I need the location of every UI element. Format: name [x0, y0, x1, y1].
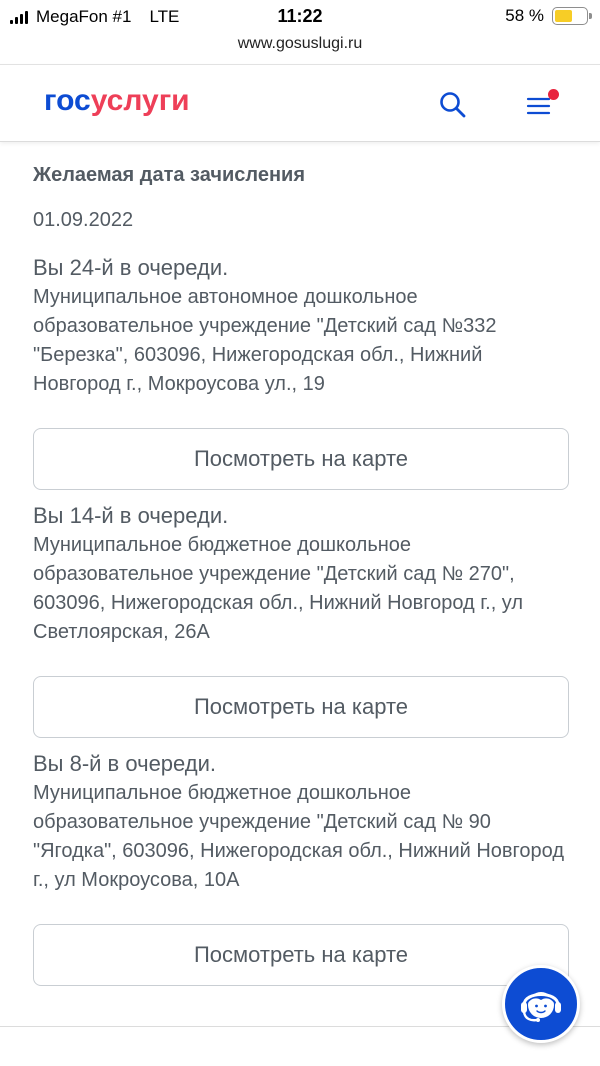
view-on-map-button[interactable]: Посмотреть на карте	[33, 676, 569, 738]
status-right: 58 %	[505, 6, 592, 26]
logo-part-uslugi: услуги	[90, 84, 190, 117]
support-chat-button[interactable]	[502, 965, 580, 1043]
site-header: госуслуги	[0, 64, 600, 142]
battery-fill	[555, 10, 573, 22]
logo-part-gos: гос	[44, 84, 91, 117]
gosuslugi-logo[interactable]: госуслуги	[44, 84, 190, 118]
kindergarten-description: Муниципальное автономное дошкольное обра…	[33, 286, 497, 395]
queue-position: Вы 8-й в очереди.	[33, 751, 217, 776]
kindergarten-description: Муниципальное бюджетное дошкольное образ…	[33, 782, 565, 891]
kindergarten-description: Муниципальное бюджетное дошкольное образ…	[33, 534, 524, 643]
browser-url[interactable]: www.gosuslugi.ru	[0, 35, 600, 53]
view-on-map-button[interactable]: Посмотреть на карте	[33, 428, 569, 490]
battery-icon	[552, 7, 592, 25]
menu-button[interactable]	[524, 87, 562, 121]
battery-percent: 58 %	[505, 6, 544, 25]
queue-position: Вы 24-й в очереди.	[33, 255, 229, 280]
status-bar: MegaFon #1 LTE 11:22 58 %	[0, 0, 600, 34]
section-title: Желаемая дата зачисления	[33, 164, 306, 186]
queue-item: Вы 8-й в очереди. Муниципальное бюджетно…	[33, 749, 569, 895]
queue-item: Вы 24-й в очереди. Муниципальное автоном…	[33, 253, 569, 399]
desired-date: 01.09.2022	[33, 209, 134, 231]
support-operator-icon	[521, 992, 561, 1022]
battery-tip	[589, 13, 592, 19]
queue-item: Вы 14-й в очереди. Муниципальное бюджетн…	[33, 501, 569, 647]
search-button[interactable]	[438, 90, 468, 120]
view-on-map-button[interactable]: Посмотреть на карте	[33, 924, 569, 986]
main-content: Желаемая дата зачисления 01.09.2022 Вы 2…	[33, 160, 569, 986]
search-icon	[440, 92, 466, 118]
queue-position: Вы 14-й в очереди.	[33, 503, 229, 528]
notification-dot	[548, 89, 559, 100]
